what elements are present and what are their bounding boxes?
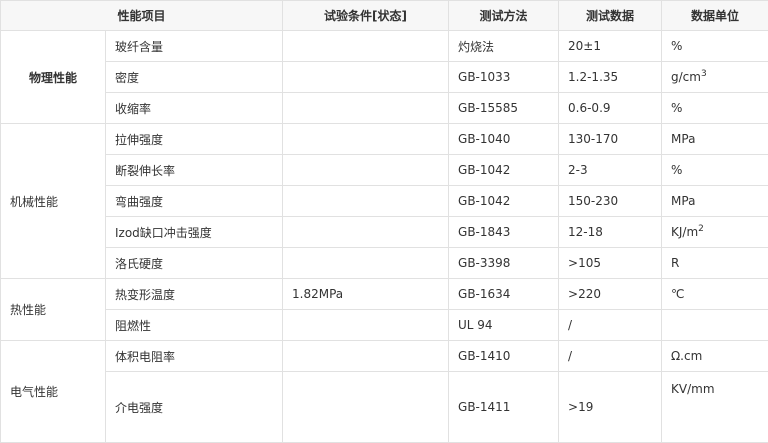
- category-physical: 物理性能: [1, 31, 106, 124]
- unit-cell: g/cm3: [662, 62, 768, 93]
- unit-cell: KV/mm: [662, 372, 768, 443]
- unit-superscript: 2: [698, 224, 704, 234]
- data-cell: /: [559, 310, 662, 341]
- method-cell: GB-3398: [449, 248, 559, 279]
- unit-cell: R: [662, 248, 768, 279]
- method-cell: GB-1042: [449, 186, 559, 217]
- unit-cell: KJ/m2: [662, 217, 768, 248]
- method-cell: GB-1843: [449, 217, 559, 248]
- item-cell: 玻纤含量: [106, 31, 283, 62]
- method-cell: GB-1634: [449, 279, 559, 310]
- table-row: 电气性能 体积电阻率 GB-1410 / Ω.cm: [1, 341, 768, 372]
- unit-cell: Ω.cm: [662, 341, 768, 372]
- unit-superscript: 3: [701, 69, 707, 79]
- data-cell: 1.2-1.35: [559, 62, 662, 93]
- table-row: 洛氏硬度 GB-3398 >105 R: [1, 248, 768, 279]
- table-row: 弯曲强度 GB-1042 150-230 MPa: [1, 186, 768, 217]
- data-cell: 12-18: [559, 217, 662, 248]
- unit-cell: MPa: [662, 186, 768, 217]
- data-cell: 2-3: [559, 155, 662, 186]
- category-mechanical: 机械性能: [1, 124, 106, 279]
- method-cell: UL 94: [449, 310, 559, 341]
- unit-cell: MPa: [662, 124, 768, 155]
- table-row: 物理性能 玻纤含量 灼烧法 20±1 %: [1, 31, 768, 62]
- item-cell: Izod缺口冲击强度: [106, 217, 283, 248]
- condition-cell: [283, 93, 449, 124]
- condition-cell: [283, 186, 449, 217]
- unit-cell: [662, 310, 768, 341]
- item-cell: 洛氏硬度: [106, 248, 283, 279]
- table-row: 机械性能 拉伸强度 GB-1040 130-170 MPa: [1, 124, 768, 155]
- table-row: 收缩率 GB-15585 0.6-0.9 %: [1, 93, 768, 124]
- unit-text: KJ/m: [671, 225, 698, 239]
- item-cell: 热变形温度: [106, 279, 283, 310]
- item-cell: 阻燃性: [106, 310, 283, 341]
- header-unit: 数据单位: [662, 1, 768, 31]
- header-row: 性能项目 试验条件[状态] 测试方法 测试数据 数据单位: [1, 1, 768, 31]
- condition-cell: [283, 155, 449, 186]
- condition-cell: [283, 310, 449, 341]
- item-cell: 密度: [106, 62, 283, 93]
- table-row: 密度 GB-1033 1.2-1.35 g/cm3: [1, 62, 768, 93]
- data-cell: /: [559, 341, 662, 372]
- unit-cell: %: [662, 155, 768, 186]
- unit-cell: %: [662, 31, 768, 62]
- condition-cell: [283, 124, 449, 155]
- table-row: Izod缺口冲击强度 GB-1843 12-18 KJ/m2: [1, 217, 768, 248]
- table-row: 介电强度 GB-1411 >19 KV/mm: [1, 372, 768, 443]
- table-row: 热性能 热变形温度 1.82MPa GB-1634 >220 ℃: [1, 279, 768, 310]
- unit-text: g/cm: [671, 70, 701, 84]
- header-method: 测试方法: [449, 1, 559, 31]
- unit-cell: %: [662, 93, 768, 124]
- header-item: 性能项目: [1, 1, 283, 31]
- condition-cell: [283, 217, 449, 248]
- data-cell: >19: [559, 372, 662, 443]
- condition-cell: [283, 62, 449, 93]
- item-cell: 拉伸强度: [106, 124, 283, 155]
- condition-cell: [283, 372, 449, 443]
- header-data: 测试数据: [559, 1, 662, 31]
- category-electrical: 电气性能: [1, 341, 106, 443]
- method-cell: GB-15585: [449, 93, 559, 124]
- method-cell: GB-1040: [449, 124, 559, 155]
- method-cell: GB-1411: [449, 372, 559, 443]
- method-cell: GB-1033: [449, 62, 559, 93]
- item-cell: 体积电阻率: [106, 341, 283, 372]
- method-cell: 灼烧法: [449, 31, 559, 62]
- unit-cell: ℃: [662, 279, 768, 310]
- table-row: 断裂伸长率 GB-1042 2-3 %: [1, 155, 768, 186]
- data-cell: 20±1: [559, 31, 662, 62]
- properties-table: 性能项目 试验条件[状态] 测试方法 测试数据 数据单位 物理性能 玻纤含量 灼…: [0, 0, 768, 443]
- method-cell: GB-1042: [449, 155, 559, 186]
- table-row: 阻燃性 UL 94 /: [1, 310, 768, 341]
- item-cell: 介电强度: [106, 372, 283, 443]
- data-cell: >105: [559, 248, 662, 279]
- data-cell: >220: [559, 279, 662, 310]
- item-cell: 断裂伸长率: [106, 155, 283, 186]
- condition-cell: [283, 341, 449, 372]
- condition-cell: 1.82MPa: [283, 279, 449, 310]
- data-cell: 130-170: [559, 124, 662, 155]
- header-condition: 试验条件[状态]: [283, 1, 449, 31]
- condition-cell: [283, 31, 449, 62]
- data-cell: 150-230: [559, 186, 662, 217]
- data-cell: 0.6-0.9: [559, 93, 662, 124]
- condition-cell: [283, 248, 449, 279]
- item-cell: 收缩率: [106, 93, 283, 124]
- category-thermal: 热性能: [1, 279, 106, 341]
- item-cell: 弯曲强度: [106, 186, 283, 217]
- method-cell: GB-1410: [449, 341, 559, 372]
